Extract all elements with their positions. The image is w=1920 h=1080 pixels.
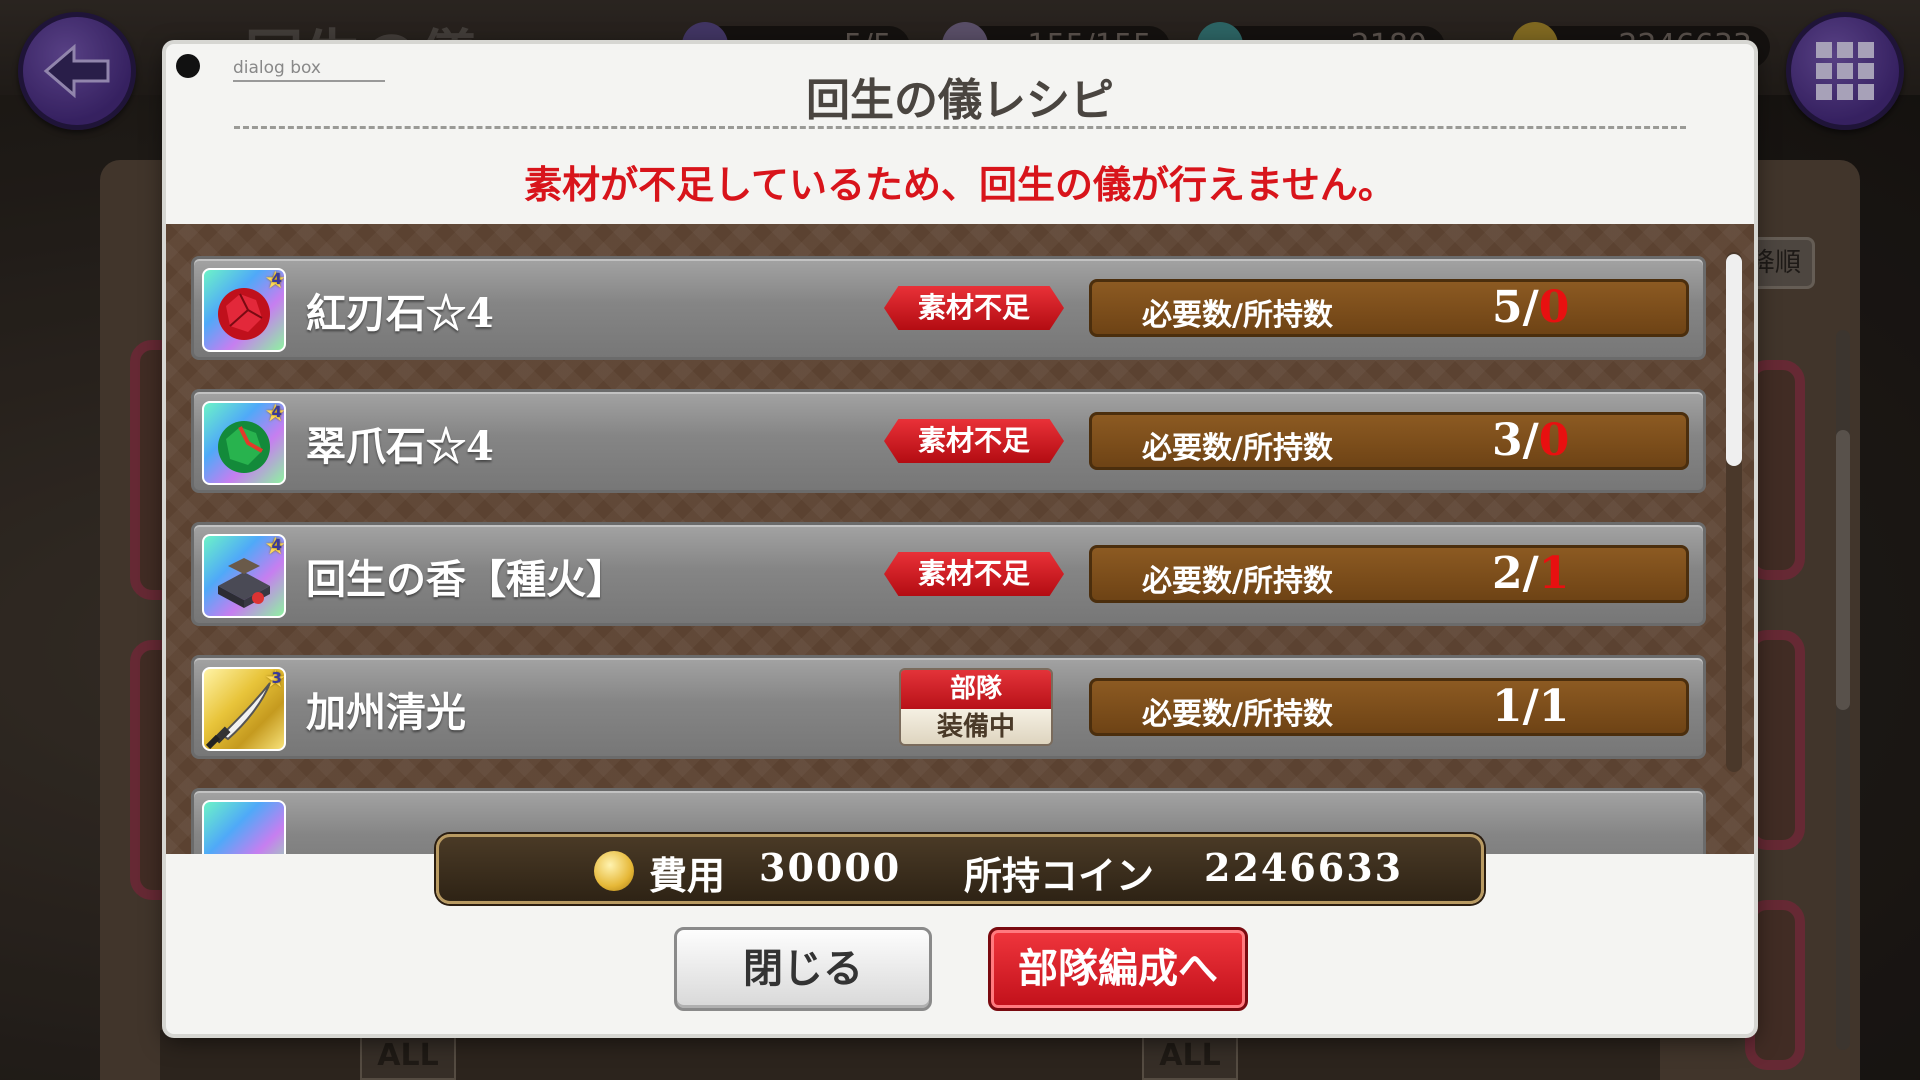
required-owned-value: 2/1 [1492,548,1570,599]
required-owned-value: 3/0 [1492,415,1570,466]
item-name: 紅刃石☆4 [306,290,494,337]
cost-label: 費用 [649,853,726,898]
shortage-badge: 素材不足 [884,552,1064,596]
red-stone-icon: ★ 4 [202,268,286,352]
rarity-star-icon: ★ 4 [264,268,286,294]
rarity-star-icon: ★ 4 [264,401,286,427]
required-owned-box: 必要数/所持数 1/1 [1089,678,1689,736]
required-owned-label: 必要数/所持数 [1142,431,1333,466]
required-owned-box: 必要数/所持数 5/0 [1089,279,1689,337]
item-thumbnail [202,800,286,854]
rarity-star-icon: ★ 4 [264,534,286,560]
owned-coins-label: 所持コイン [964,853,1155,898]
shortage-badge: 素材不足 [884,419,1064,463]
cost-value: 30000 [759,845,902,890]
item-name: 回生の香【種火】 [306,556,626,603]
list-item: ★ 4 紅刃石☆4 素材不足 必要数/所持数 5/0 [191,256,1706,360]
green-stone-icon: ★ 4 [202,401,286,485]
item-name: 翠爪石☆4 [306,423,494,470]
required-owned-box: 必要数/所持数 3/0 [1089,412,1689,470]
coin-icon [594,851,634,891]
required-owned-box: 必要数/所持数 2/1 [1089,545,1689,603]
list-item: ★ 4 翠爪石☆4 素材不足 必要数/所持数 3/0 [191,389,1706,493]
equipped-in-party-badge: 部隊 装備中 [899,668,1053,746]
required-owned-label: 必要数/所持数 [1142,298,1333,333]
rarity-star-icon: ★ 3 [264,667,286,693]
required-owned-label: 必要数/所持数 [1142,697,1333,732]
required-owned-label: 必要数/所持数 [1142,564,1333,599]
cost-bar: 費用 30000 所持コイン 2246633 [436,834,1484,904]
dialog-title: 回生の儀レシピ [806,75,1114,126]
owned-coins-value: 2246633 [1204,845,1404,890]
sword-icon: ★ 3 [202,667,286,751]
list-item: ★ 4 回生の香【種火】 素材不足 必要数/所持数 2/1 [191,522,1706,626]
required-owned-value: 5/0 [1492,282,1570,333]
required-owned-value: 1/1 [1492,681,1570,732]
insufficient-materials-warning: 素材が不足しているため、回生の儀が行えません。 [524,163,1396,207]
materials-list[interactable]: ★ 4 紅刃石☆4 素材不足 必要数/所持数 5/0 ★ 4 翠爪石☆4 素材不足 [166,224,1754,854]
incense-icon: ★ 4 [202,534,286,618]
title-divider [234,126,1686,129]
close-button[interactable]: 閉じる [674,927,932,1011]
party-formation-button[interactable]: 部隊編成へ [988,927,1248,1011]
recipe-dialog: dialog box 回生の儀レシピ 素材が不足しているため、回生の儀が行えませ… [166,44,1754,1034]
list-scrollbar-thumb[interactable] [1726,254,1742,466]
shortage-badge: 素材不足 [884,286,1064,330]
list-item: ★ 3 加州清光 部隊 装備中 必要数/所持数 1/1 [191,655,1706,759]
item-name: 加州清光 [306,689,466,736]
